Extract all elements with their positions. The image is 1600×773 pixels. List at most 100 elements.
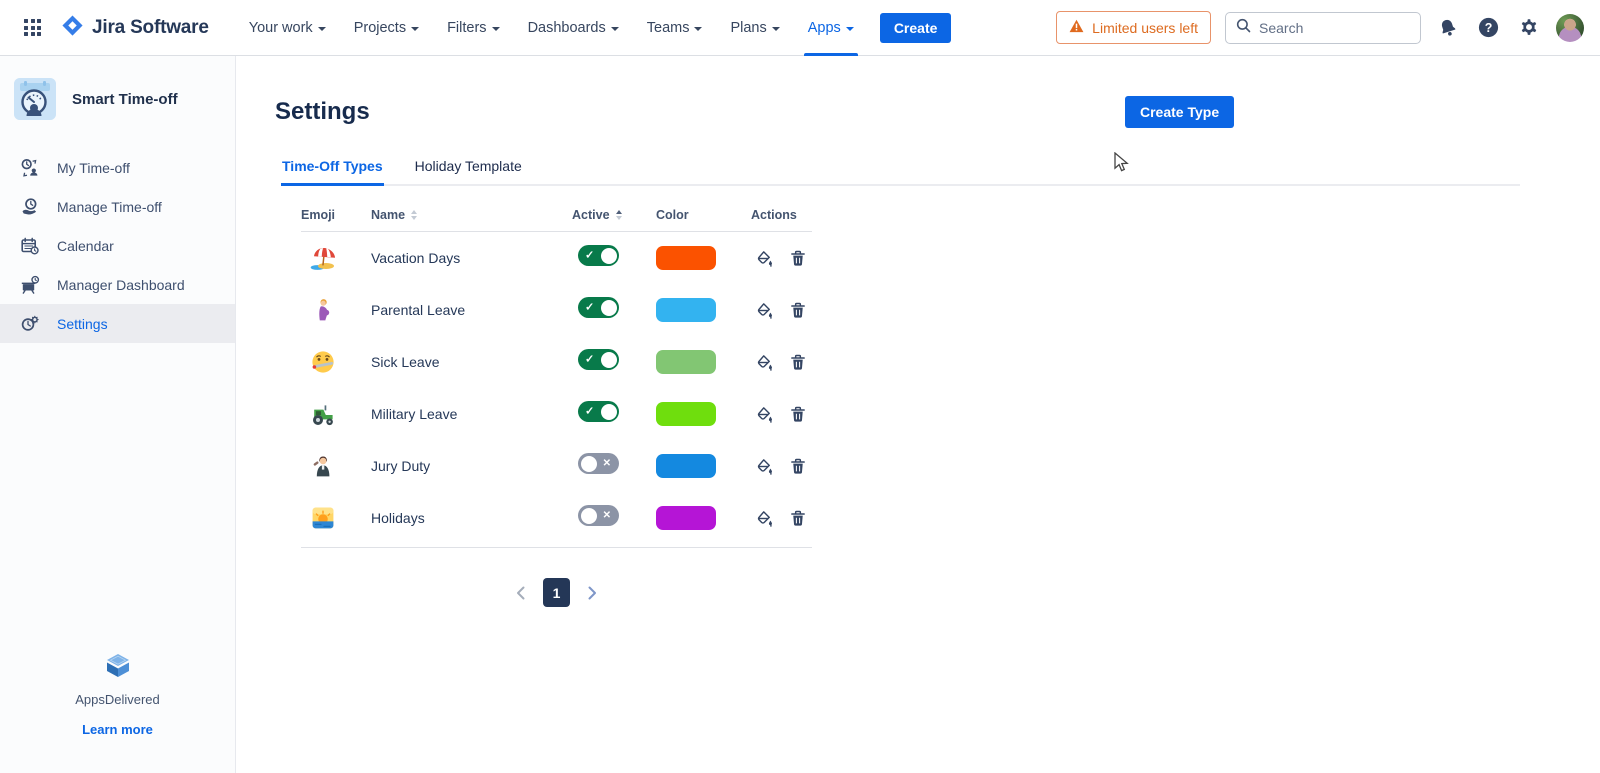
nav-item-dashboards[interactable]: Dashboards (524, 0, 623, 56)
delete-button[interactable] (788, 300, 808, 321)
sort-icon (411, 210, 417, 220)
nav-item-your-work[interactable]: Your work (245, 0, 330, 56)
sidebar-item-label: Settings (57, 316, 108, 332)
chevron-down-icon (611, 27, 619, 31)
active-cell: ✕ (572, 453, 656, 479)
previous-page-button[interactable] (512, 582, 529, 604)
sidebar-item-label: My Time-off (57, 160, 130, 176)
user-avatar[interactable] (1556, 14, 1584, 42)
nav-item-projects[interactable]: Projects (350, 0, 423, 56)
tab-bar: Time-Off Types Holiday Template (281, 152, 1520, 186)
delete-button[interactable] (788, 508, 808, 529)
column-header-color: Color (656, 208, 751, 222)
delete-button[interactable] (788, 352, 808, 373)
color-swatch[interactable] (656, 506, 716, 530)
chevron-down-icon (318, 27, 326, 31)
tractor-emoji (310, 401, 371, 427)
color-swatch[interactable] (656, 246, 716, 270)
page-number-button[interactable]: 1 (543, 578, 570, 607)
change-color-button[interactable] (754, 508, 775, 529)
color-swatch[interactable] (656, 350, 716, 374)
person-clock-icon (20, 158, 40, 178)
sidebar-item-manage-time-off[interactable]: Manage Time-off (0, 187, 235, 226)
beach-with-umbrella-emoji (310, 245, 371, 271)
sidebar-item-calendar[interactable]: Calendar (0, 226, 235, 265)
table-row: Military Leave ✓ (301, 388, 812, 440)
change-color-button[interactable] (754, 456, 775, 477)
column-header-active[interactable]: Active (572, 208, 656, 222)
app-switcher-icon[interactable] (20, 15, 45, 40)
limited-users-warning[interactable]: Limited users left (1056, 11, 1211, 44)
learn-more-link[interactable]: Learn more (82, 722, 153, 737)
sort-ascending-icon (616, 210, 622, 220)
next-page-button[interactable] (584, 582, 601, 604)
color-cell (656, 246, 751, 270)
active-toggle[interactable]: ✓ (578, 245, 619, 266)
active-toggle[interactable]: ✓ (578, 401, 619, 422)
toggle-knob (581, 508, 597, 524)
create-type-button[interactable]: Create Type (1125, 96, 1234, 128)
nav-item-apps[interactable]: Apps (804, 0, 858, 56)
column-header-name[interactable]: Name (371, 208, 572, 222)
sidebar-item-my-time-off[interactable]: My Time-off (0, 148, 235, 187)
change-color-button[interactable] (754, 352, 775, 373)
active-toggle[interactable]: ✕ (578, 453, 619, 474)
table-row: Holidays ✕ (301, 492, 812, 544)
sidebar-item-manager-dashboard[interactable]: Manager Dashboard (0, 265, 235, 304)
active-cell: ✓ (572, 401, 656, 427)
table-row: Jury Duty ✕ (301, 440, 812, 492)
chevron-down-icon (411, 27, 419, 31)
notifications-bell-icon[interactable] (1435, 15, 1461, 41)
toggle-knob (601, 300, 617, 316)
active-toggle[interactable]: ✓ (578, 349, 619, 370)
tab-holiday-template[interactable]: Holiday Template (414, 152, 523, 186)
column-header-emoji: Emoji (301, 208, 371, 222)
change-color-button[interactable] (754, 300, 775, 321)
emoji-cell (301, 505, 371, 531)
warning-triangle-icon (1069, 19, 1084, 36)
toggle-knob (581, 456, 597, 472)
color-cell (656, 350, 751, 374)
search-icon (1236, 18, 1251, 38)
active-toggle[interactable]: ✓ (578, 297, 619, 318)
nav-item-filters[interactable]: Filters (443, 0, 503, 56)
sidebar: Smart Time-off My Time-off Manage Time-o… (0, 56, 236, 773)
time-off-name: Military Leave (371, 406, 572, 422)
change-color-button[interactable] (754, 404, 775, 425)
table-header: Emoji Name Active Color Actions (301, 208, 812, 232)
jira-diamond-icon (61, 14, 84, 42)
color-swatch[interactable] (656, 402, 716, 426)
color-cell (656, 454, 751, 478)
nav-item-teams[interactable]: Teams (643, 0, 707, 56)
active-cell: ✕ (572, 505, 656, 531)
nav-item-plans[interactable]: Plans (726, 0, 783, 56)
top-navbar: Jira Software Your work Projects Filters… (0, 0, 1600, 56)
color-swatch[interactable] (656, 454, 716, 478)
jira-logo[interactable]: Jira Software (61, 14, 209, 42)
primary-nav: Your work Projects Filters Dashboards Te… (235, 0, 868, 56)
toggle-knob (601, 404, 617, 420)
settings-gear-icon[interactable] (1516, 15, 1542, 41)
app-header: Smart Time-off (0, 56, 235, 140)
emoji-cell (301, 453, 371, 479)
sidebar-item-label: Manager Dashboard (57, 277, 185, 293)
change-color-button[interactable] (754, 248, 775, 269)
help-icon[interactable]: ? (1475, 14, 1502, 41)
toggle-knob (601, 352, 617, 368)
face-with-thermometer-emoji (310, 349, 371, 375)
delete-button[interactable] (788, 404, 808, 425)
delete-button[interactable] (788, 456, 808, 477)
delete-button[interactable] (788, 248, 808, 269)
search-input[interactable] (1259, 20, 1410, 36)
pregnant-woman-emoji (310, 297, 371, 323)
brand-name: Jira Software (92, 17, 209, 39)
chevron-down-icon (772, 27, 780, 31)
create-button[interactable]: Create (880, 13, 952, 43)
color-swatch[interactable] (656, 298, 716, 322)
tab-time-off-types[interactable]: Time-Off Types (281, 152, 384, 186)
time-off-name: Holidays (371, 510, 572, 526)
active-toggle[interactable]: ✕ (578, 505, 619, 526)
search-box[interactable] (1225, 12, 1421, 44)
sidebar-item-settings[interactable]: Settings (0, 304, 235, 343)
sidebar-item-label: Manage Time-off (57, 199, 162, 215)
